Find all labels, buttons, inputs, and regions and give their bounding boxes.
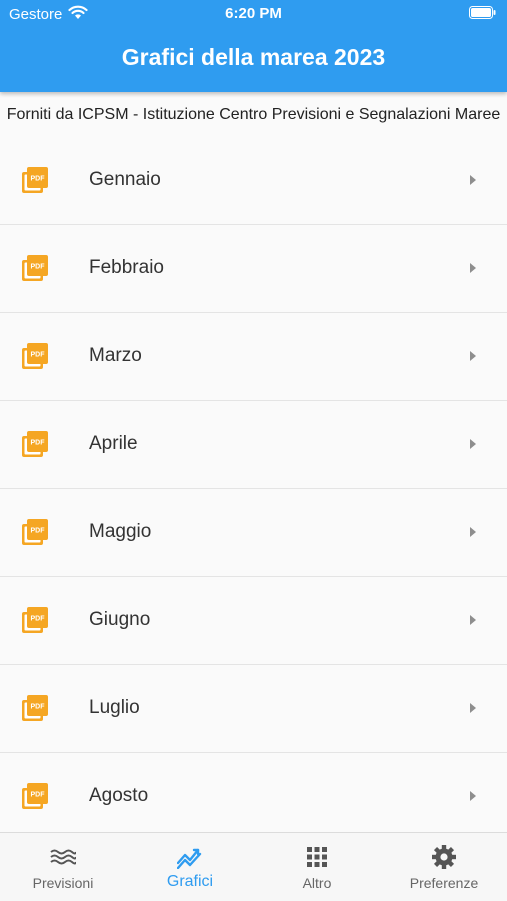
list-item-giugno[interactable]: PDF Giugno bbox=[0, 576, 507, 665]
chevron-right-icon bbox=[470, 351, 476, 361]
tab-previsioni[interactable]: Previsioni bbox=[0, 833, 126, 901]
pdf-icon: PDF bbox=[22, 431, 48, 457]
pdf-icon: PDF bbox=[22, 255, 48, 281]
list-item-label: Luglio bbox=[89, 697, 140, 718]
gear-icon bbox=[432, 845, 456, 869]
tab-bar: Previsioni Grafici Altro Preferenze bbox=[0, 832, 507, 901]
chevron-right-icon bbox=[470, 791, 476, 801]
list-item-label: Febbraio bbox=[89, 257, 164, 278]
svg-text:PDF: PDF bbox=[31, 704, 46, 711]
app-header: Gestore 6:20 PM Grafici della marea 2023 bbox=[0, 0, 507, 92]
battery-icon bbox=[469, 6, 496, 19]
list-item-label: Marzo bbox=[89, 345, 142, 366]
list-item-label: Giugno bbox=[89, 609, 151, 630]
month-list: PDF Gennaio PDF Febbraio PDF Marzo PDF A… bbox=[0, 136, 507, 832]
list-item-aprile[interactable]: PDF Aprile bbox=[0, 400, 507, 489]
list-item-label: Aprile bbox=[89, 433, 138, 454]
pdf-icon: PDF bbox=[22, 695, 48, 721]
svg-text:PDF: PDF bbox=[31, 616, 46, 623]
list-item-label: Gennaio bbox=[89, 169, 161, 190]
list-item-label: Maggio bbox=[89, 521, 152, 542]
tab-label: Previsioni bbox=[32, 875, 94, 891]
chevron-right-icon bbox=[470, 703, 476, 713]
pdf-icon: PDF bbox=[22, 343, 48, 369]
list-item-label: Agosto bbox=[89, 785, 149, 806]
tab-grafici[interactable]: Grafici bbox=[127, 833, 253, 901]
chevron-right-icon bbox=[470, 263, 476, 273]
pdf-icon: PDF bbox=[22, 167, 48, 193]
svg-text:PDF: PDF bbox=[31, 176, 46, 183]
svg-text:PDF: PDF bbox=[31, 528, 46, 535]
svg-text:PDF: PDF bbox=[31, 352, 46, 359]
chevron-right-icon bbox=[470, 527, 476, 537]
pdf-icon: PDF bbox=[22, 519, 48, 545]
svg-text:PDF: PDF bbox=[31, 440, 46, 447]
chart-line-icon bbox=[177, 848, 202, 869]
page-title: Grafici della marea 2023 bbox=[121, 44, 386, 70]
chevron-right-icon bbox=[470, 175, 476, 185]
chevron-right-icon bbox=[470, 439, 476, 449]
list-item-agosto[interactable]: PDF Agosto bbox=[0, 752, 507, 832]
pdf-icon: PDF bbox=[22, 783, 48, 809]
tab-label: Grafici bbox=[166, 873, 214, 890]
pdf-icon: PDF bbox=[22, 607, 48, 633]
source-note: Forniti da ICPSM - Istituzione Centro Pr… bbox=[6, 106, 501, 123]
status-time: 6:20 PM bbox=[225, 5, 282, 22]
tab-preferenze[interactable]: Preferenze bbox=[381, 833, 507, 901]
grid-icon bbox=[307, 847, 327, 867]
list-item-luglio[interactable]: PDF Luglio bbox=[0, 664, 507, 753]
svg-text:PDF: PDF bbox=[31, 792, 46, 799]
svg-text:PDF: PDF bbox=[31, 264, 46, 271]
list-item-gennaio[interactable]: PDF Gennaio bbox=[0, 136, 507, 225]
list-item-maggio[interactable]: PDF Maggio bbox=[0, 488, 507, 577]
list-item-marzo[interactable]: PDF Marzo bbox=[0, 312, 507, 401]
tab-altro[interactable]: Altro bbox=[254, 833, 380, 901]
list-item-febbraio[interactable]: PDF Febbraio bbox=[0, 224, 507, 313]
waves-icon bbox=[50, 849, 76, 865]
chevron-right-icon bbox=[470, 615, 476, 625]
tab-label: Preferenze bbox=[409, 875, 479, 891]
tab-label: Altro bbox=[302, 875, 332, 891]
status-bar: Gestore 6:20 PM bbox=[0, 0, 507, 28]
